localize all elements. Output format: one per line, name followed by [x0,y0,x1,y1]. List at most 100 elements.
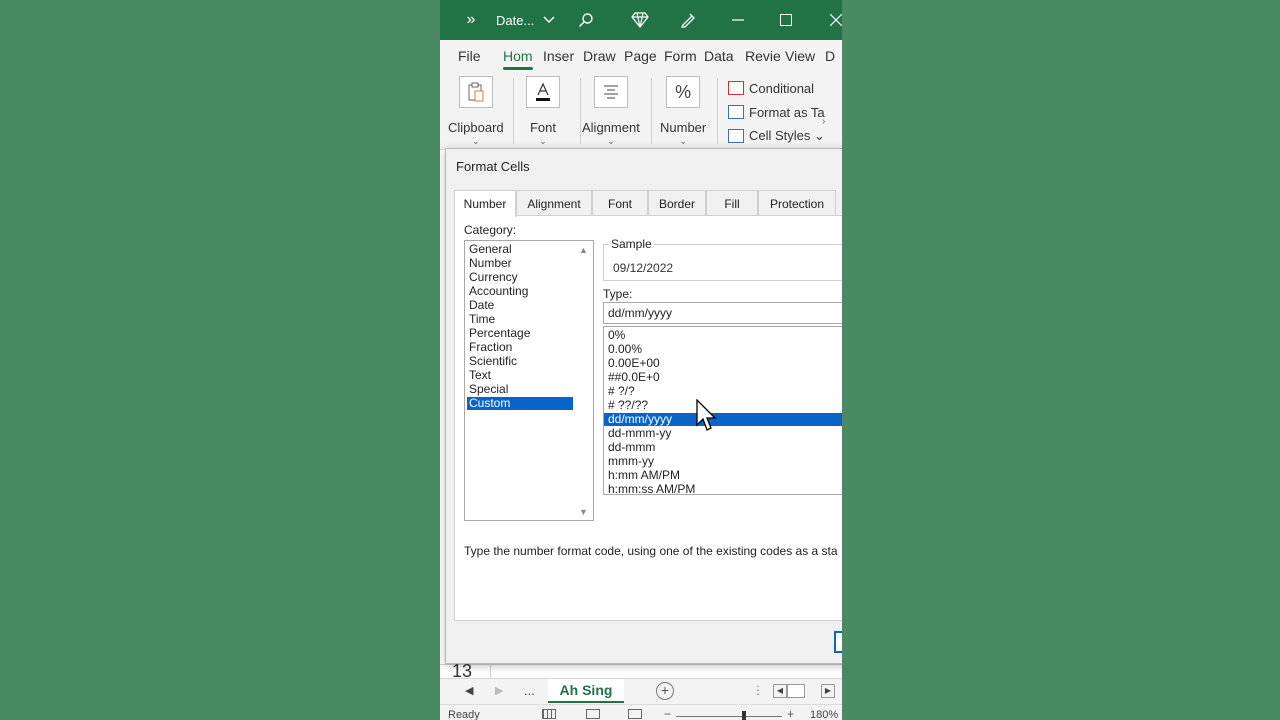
overflow-icon[interactable]: » [460,0,482,40]
category-item[interactable]: Number [467,257,573,270]
format-as-table-label: Format as Ta [749,104,825,120]
font-group[interactable]: Font ⌄ [526,76,560,147]
scroll-right-icon[interactable]: ▶ [821,684,835,698]
chevron-down-icon: ⌄ [607,136,615,146]
dialog-title: Format Cells [456,159,530,174]
type-input[interactable]: dd/mm/yyyy [603,302,842,324]
tab-splitter-icon[interactable]: ⋮ [752,683,764,697]
tab-data[interactable]: Data [704,48,734,64]
ok-button[interactable] [834,631,842,653]
add-sheet-icon[interactable]: + [656,682,674,700]
font-label: Font [529,120,556,135]
category-item[interactable]: Scientific [467,355,573,368]
category-list[interactable]: General Number Currency Accounting Date … [464,240,594,521]
normal-view-icon[interactable] [542,709,556,719]
tab-font[interactable]: Font [592,190,648,216]
tab-formulas[interactable]: Form [664,48,697,64]
cell-styles-button[interactable]: Cell Styles ⌄ [728,124,825,148]
sample-label: Sample [609,237,654,251]
tab-developer[interactable]: D [825,48,835,64]
type-list[interactable]: 0% 0.00% 0.00E+00 ##0.0E+0 # ?/? # ??/??… [603,326,842,496]
category-label: Category: [464,223,517,237]
category-item[interactable]: Percentage [467,327,573,340]
zoom-slider[interactable] [676,716,782,717]
search-icon[interactable] [574,0,598,40]
type-item[interactable]: # ?/? [604,385,842,398]
type-item[interactable]: mmm-yy [604,455,842,468]
category-item[interactable]: Accounting [467,285,573,298]
tab-home[interactable]: Hom [503,48,533,70]
tab-fill[interactable]: Fill [706,190,758,216]
title-chevron-icon[interactable] [539,0,559,40]
type-item[interactable]: h:mm AM/PM [604,469,842,482]
category-item-selected[interactable]: Custom [467,397,573,410]
category-item[interactable]: Text [467,369,573,382]
tab-border[interactable]: Border [648,190,706,216]
previous-sheet-icon[interactable]: ◀ [465,684,473,697]
scroll-down-icon[interactable]: ▼ [579,507,588,517]
scroll-up-icon[interactable]: ▲ [579,245,588,255]
number-group[interactable]: % Number ⌄ [660,76,706,147]
zoom-out-icon[interactable]: − [664,707,671,720]
percent-icon: % [666,76,701,108]
clipboard-icon [458,76,493,108]
minimize-icon[interactable] [726,0,750,40]
conditional-formatting-icon [728,81,744,95]
tab-protection[interactable]: Protection [758,190,836,216]
tab-review[interactable]: Revie [745,48,781,64]
chevron-down-icon: ⌄ [472,136,480,146]
more-sheets-button[interactable]: ... [524,683,535,698]
close-icon[interactable] [824,0,842,40]
draw-pen-icon[interactable] [676,0,700,40]
clipboard-group[interactable]: Clipboard ⌄ [448,76,504,147]
category-item[interactable]: Currency [467,271,573,284]
category-item[interactable]: Special [467,383,573,396]
page-break-view-icon[interactable] [628,709,642,719]
scroll-left-icon[interactable]: ◀ [773,684,787,698]
column-divider [490,665,491,679]
type-item[interactable]: dd-mmm-yy [604,427,842,440]
status-ready: Ready [448,709,480,720]
type-item[interactable]: 0.00E+00 [604,357,842,370]
sample-value: 09/12/2022 [613,261,674,275]
category-item[interactable]: Time [467,313,573,326]
horizontal-scrollbar[interactable] [787,684,805,698]
zoom-level[interactable]: 180% [810,709,838,720]
format-as-table-button[interactable]: Format as Ta [728,100,825,124]
tab-view[interactable]: View [785,48,815,64]
next-sheet-icon[interactable]: ▶ [495,684,503,697]
type-item[interactable]: # ??/?? [604,399,842,412]
format-cells-dialog: Format Cells Number Alignment Font Borde… [445,148,842,664]
ribbon-tabs: File Hom Inser Draw Page Form Data Revie… [440,40,842,72]
cell-styles-label: Cell Styles ⌄ [749,128,825,143]
tab-alignment[interactable]: Alignment [516,190,592,216]
tab-file[interactable]: File [458,48,481,64]
type-item-selected[interactable]: dd/mm/yyyy [604,413,842,426]
type-item[interactable]: ##0.0E+0 [604,371,842,384]
category-item[interactable]: General [467,243,573,256]
type-item[interactable]: dd-mmm [604,441,842,454]
maximize-icon[interactable] [774,0,798,40]
category-item[interactable]: Date [467,299,573,312]
tab-page-layout[interactable]: Page [624,48,657,64]
page-layout-view-icon[interactable] [586,709,600,719]
tab-draw[interactable]: Draw [583,48,616,64]
ribbon-divider [651,78,652,144]
conditional-formatting-button[interactable]: Conditional [728,76,825,100]
format-as-table-icon [728,105,744,119]
alignment-label: Alignment [582,120,640,135]
category-scrollbar[interactable]: ▲ ▼ [576,242,592,519]
type-item[interactable]: h:mm:ss AM/PM [604,483,842,496]
font-color-icon [526,76,560,108]
category-item[interactable]: Fraction [467,341,573,354]
type-item[interactable]: 0.00% [604,343,842,356]
tab-insert[interactable]: Inser [543,48,574,64]
zoom-slider-thumb[interactable] [742,711,746,720]
type-item[interactable]: 0% [604,329,842,342]
zoom-in-icon[interactable]: + [787,707,794,720]
tab-number[interactable]: Number [454,190,516,217]
premium-diamond-icon[interactable] [628,0,652,40]
alignment-group[interactable]: Alignment ⌄ [582,76,640,147]
sheet-tab-active[interactable]: Ah Sing [548,679,624,703]
ribbon-scroll-right-icon[interactable]: › [822,116,825,127]
